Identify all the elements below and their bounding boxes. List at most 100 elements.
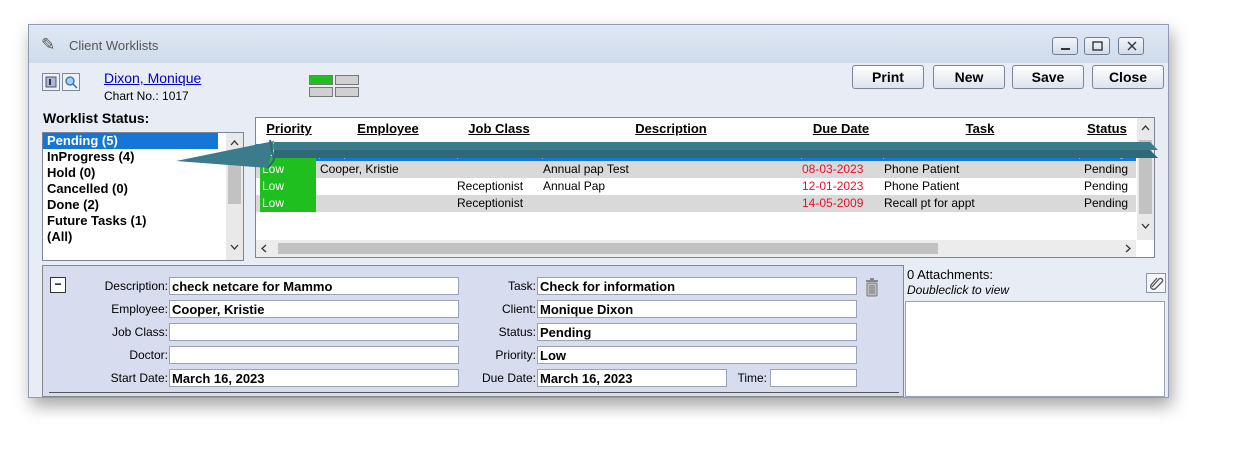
new-button[interactable]: New: [933, 65, 1005, 89]
employee-field[interactable]: Cooper, Kristie: [169, 300, 459, 318]
table-row[interactable]: Low Receptionist 14-05-2009 Recall pt fo…: [256, 195, 1136, 212]
status-item-done[interactable]: Done (2): [43, 197, 218, 213]
job-class-label: Job Class:: [111, 325, 168, 339]
table-vertical-scrollbar[interactable]: [1137, 118, 1154, 240]
attachments-title: 0 Attachments:: [907, 267, 993, 282]
cell-status: Pending: [1084, 162, 1129, 176]
cell-job-class: [457, 161, 541, 178]
due-date-label: Due Date:: [481, 371, 536, 385]
cell-employee: Cooper, Kristie: [320, 162, 399, 176]
close-window-button[interactable]: [1118, 37, 1144, 55]
search-icon[interactable]: [62, 73, 80, 91]
paperclip-icon[interactable]: [1146, 273, 1166, 293]
cell-employee: [320, 178, 454, 195]
job-class-field[interactable]: [169, 323, 459, 341]
cell-job-class: |: [456, 145, 460, 159]
cell-task: Recall pt for appt: [884, 196, 975, 210]
layout-toggle-bottom-left[interactable]: [309, 87, 333, 97]
cell-due-date: 08-03-2023: [802, 162, 864, 176]
col-header-employee[interactable]: Employee: [320, 118, 456, 138]
attachments-list[interactable]: [905, 301, 1165, 397]
time-label: Time:: [737, 371, 767, 385]
col-header-due-date[interactable]: Due Date: [800, 118, 882, 138]
cell-task: Phone Patient: [884, 162, 960, 176]
maximize-button[interactable]: [1084, 37, 1110, 55]
priority-field[interactable]: Low: [537, 346, 857, 364]
cell-description: Annual Pap: [543, 179, 606, 193]
worklist-table: Priority Employee Job Class Description …: [255, 117, 1155, 258]
cell-due-date: 14-05-2009: [802, 196, 864, 210]
status-item-hold[interactable]: Hold (0): [43, 165, 218, 181]
client-worklists-window: ✎ Client Worklists Dixon, Monique Chart …: [28, 24, 1169, 398]
task-field[interactable]: Check for information: [537, 277, 857, 295]
attachments-hint: Doubleclick to view: [907, 283, 1010, 297]
save-button[interactable]: Save: [1012, 65, 1084, 89]
cell-task: Phone Patient: [884, 179, 960, 193]
doctor-field[interactable]: [169, 346, 459, 364]
title-bar: ✎ Client Worklists: [29, 25, 1168, 63]
worklist-status-label: Worklist Status:: [43, 110, 150, 126]
status-item-cancelled[interactable]: Cancelled (0): [43, 181, 218, 197]
pen-icon: ✎: [41, 35, 56, 54]
col-header-status[interactable]: Status: [1078, 118, 1136, 138]
cell-status: Pending: [1084, 179, 1129, 193]
client-field[interactable]: Monique Dixon: [537, 300, 857, 318]
description-field[interactable]: check netcare for Mammo: [169, 277, 459, 295]
minimize-button[interactable]: [1052, 37, 1078, 55]
task-detail-panel: − Description: check netcare for Mammo E…: [42, 265, 904, 397]
table-row[interactable]: Low Receptionist Annual Pap 12-01-2023 P…: [256, 178, 1136, 195]
attachments-panel: 0 Attachments: Doubleclick to view: [905, 265, 1167, 397]
cell-priority: Low: [260, 195, 316, 212]
trash-icon[interactable]: [864, 277, 880, 300]
cell-job-class: Receptionist: [457, 196, 524, 210]
cell-employee: [320, 195, 454, 212]
start-date-label: Start Date:: [110, 371, 168, 385]
description-label: Description:: [104, 279, 168, 293]
task-label: Task:: [507, 279, 536, 293]
patient-name-link[interactable]: Dixon, Monique: [104, 70, 201, 86]
cell-description: [543, 195, 799, 212]
cell-job-class: Receptionist: [457, 179, 524, 193]
worklist-status-list[interactable]: Pending (5) InProgress (4) Hold (0) Canc…: [42, 132, 244, 261]
status-item-future-tasks[interactable]: Future Tasks (1): [43, 213, 218, 229]
status-item-pending[interactable]: Pending (5): [43, 133, 218, 149]
cell-task: |Check for information: [882, 145, 1000, 159]
status-field[interactable]: Pending: [537, 323, 857, 341]
doctor-label: Doctor:: [129, 348, 168, 362]
table-horizontal-scrollbar[interactable]: [256, 240, 1136, 257]
cell-status: Pending: [1084, 196, 1129, 210]
layout-toggle-top-left[interactable]: [309, 75, 333, 85]
close-button[interactable]: Close: [1092, 65, 1164, 89]
priority-label: Priority:: [495, 348, 536, 362]
window-title: Client Worklists: [69, 38, 159, 53]
status-list-scrollbar[interactable]: [226, 133, 243, 260]
status-label: Status:: [498, 325, 536, 339]
cell-description: |check netcare for Mammo: [541, 145, 683, 159]
col-header-job-class[interactable]: Job Class: [456, 118, 542, 138]
client-label: Client:: [501, 302, 536, 316]
layout-toggle-bottom-right[interactable]: [335, 87, 359, 97]
col-header-description[interactable]: Description: [542, 118, 800, 138]
start-date-field[interactable]: March 16, 2023: [169, 369, 459, 387]
cell-employee: |Cooper, Kristie: [318, 145, 400, 159]
col-header-task[interactable]: Task: [882, 118, 1078, 138]
print-button[interactable]: Print: [852, 65, 924, 89]
layout-toggle-top-right[interactable]: [335, 75, 359, 85]
time-field[interactable]: [770, 369, 857, 387]
cell-priority: Low: [260, 161, 316, 178]
col-header-priority[interactable]: Priority: [262, 118, 316, 138]
employee-label: Employee:: [111, 302, 168, 316]
table-row[interactable]: Low |Cooper, Kristie | |check netcare fo…: [256, 144, 1136, 161]
chart-number: Chart No.: 1017: [104, 89, 189, 103]
cell-description: Annual pap Test: [543, 162, 629, 176]
cell-due-date: 12-01-2023: [802, 179, 864, 193]
due-date-field[interactable]: March 16, 2023: [537, 369, 727, 387]
table-row[interactable]: Low Cooper, Kristie Annual pap Test 08-0…: [256, 161, 1136, 178]
cell-priority: Low: [260, 144, 316, 161]
status-item-inprogress[interactable]: InProgress (4): [43, 149, 218, 165]
cell-priority: Low: [260, 178, 316, 195]
section-divider: [49, 392, 899, 393]
patient-card-icon[interactable]: [42, 73, 60, 91]
cell-status: |Pending: [1078, 145, 1126, 159]
status-item-all[interactable]: (All): [43, 229, 218, 245]
